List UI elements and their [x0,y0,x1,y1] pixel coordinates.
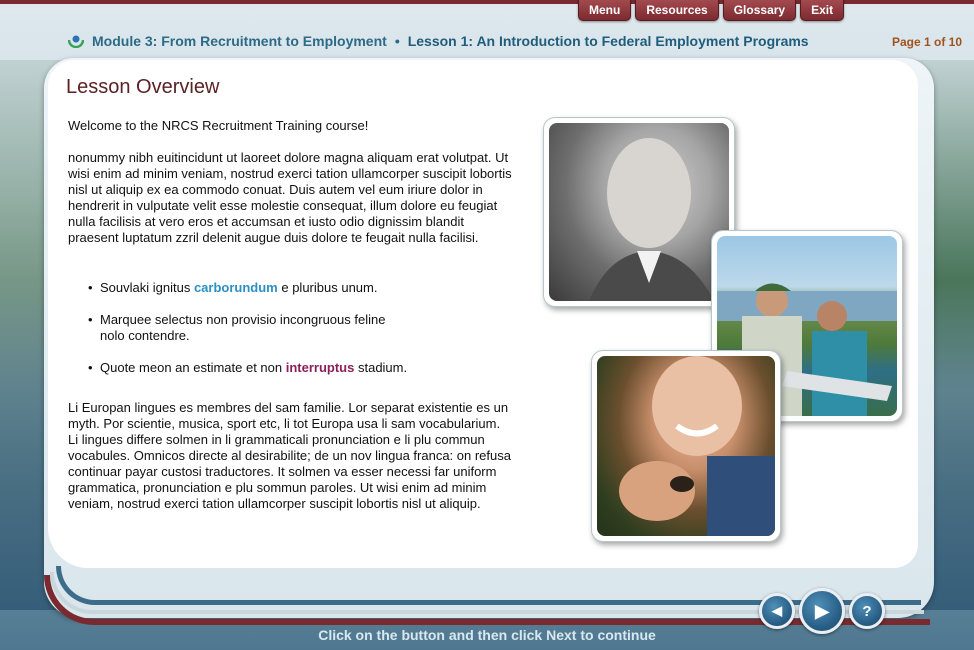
back-arrow-icon: ◀ [772,603,782,618]
menu-button[interactable]: Menu [578,0,632,21]
nrcs-logo-icon [67,34,85,49]
resources-button[interactable]: Resources [635,0,719,21]
next-arrow-icon: ▶ [815,600,829,621]
top-navigation: Menu Resources Glossary Exit [578,0,845,21]
list-item: Marquee selectus non provisio incongruou… [88,312,410,344]
closing-paragraph: Li Europan lingues es membres del sam fa… [68,400,511,511]
list-item: Quote meon an estimate et non interruptu… [88,360,513,376]
help-button[interactable]: ? [849,593,885,629]
bullet-list: Souvlaki ignitus carborundum e pluribus … [88,280,513,376]
module-title: Module 3: From Recruitment to Employment [92,33,387,49]
back-button[interactable]: ◀ [759,593,795,629]
intro-paragraph: nonummy nibh euitincidunt ut laoreet dol… [68,150,512,245]
content-panel: Lesson Overview Welcome to the NRCS Recr… [48,60,918,568]
list-item: Souvlaki ignitus carborundum e pluribus … [88,280,513,296]
highlight-term[interactable]: interruptus [286,360,355,375]
page-title: Lesson Overview [66,76,220,98]
breadcrumb-separator: • [394,33,400,49]
exit-button[interactable]: Exit [800,0,845,21]
glossary-button[interactable]: Glossary [722,0,797,21]
instruction-text: Click on the button and then click Next … [318,627,656,643]
highlight-term[interactable]: carborundum [194,280,278,295]
welcome-text: Welcome to the NRCS Recruitment Training… [68,118,369,133]
lesson-title: Lesson 1: An Introduction to Federal Emp… [407,33,809,49]
help-icon: ? [862,602,872,620]
breadcrumb: Module 3: From Recruitment to Employment… [67,33,809,49]
student-photo [591,350,781,542]
lesson-text: Welcome to the NRCS Recruitment Training… [68,118,513,512]
page-indicator: Page 1 of 10 [891,35,962,49]
portrait-photo [543,117,735,307]
